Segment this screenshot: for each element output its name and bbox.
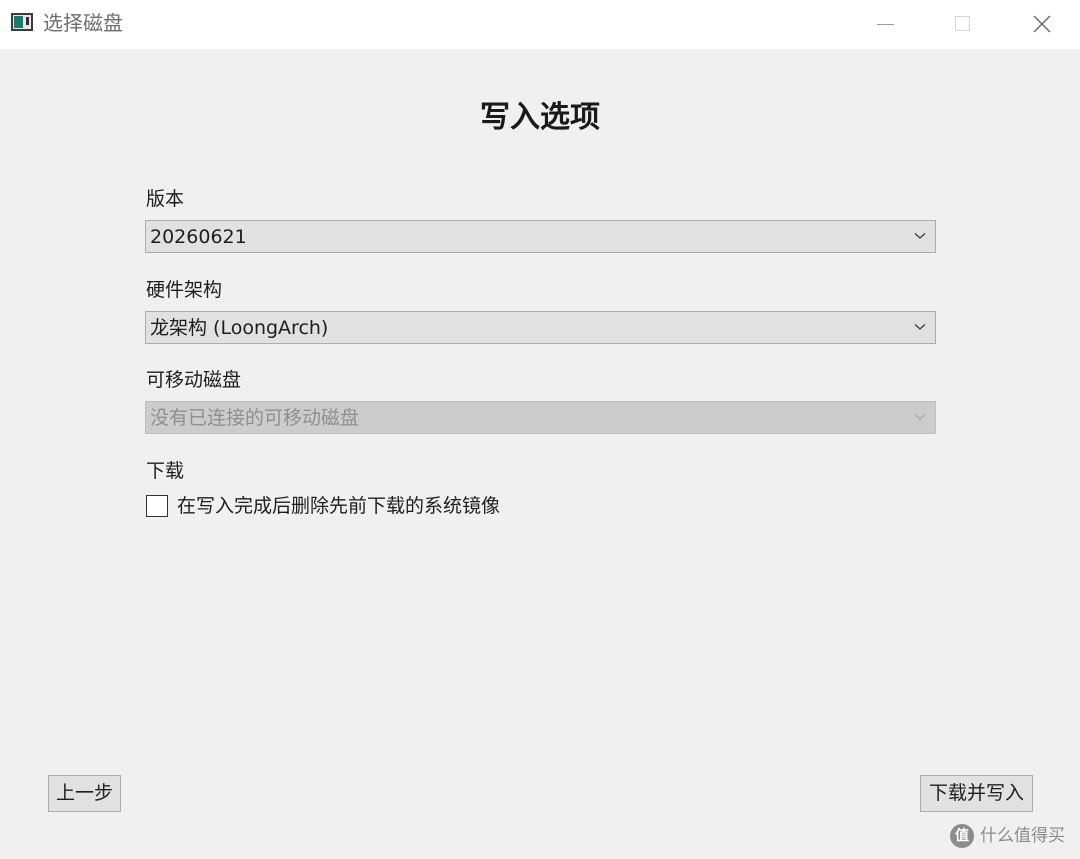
maximize-button[interactable]: [940, 0, 986, 49]
chevron-down-icon: [914, 414, 926, 420]
close-button[interactable]: [1019, 0, 1065, 49]
disk-value: 没有已连接的可移动磁盘: [150, 407, 360, 429]
version-value: 20260621: [150, 226, 247, 248]
back-button[interactable]: 上一步: [48, 775, 121, 812]
disk-label: 可移动磁盘: [146, 369, 242, 391]
arch-label: 硬件架构: [146, 279, 223, 301]
close-icon: [1033, 15, 1051, 33]
arch-value: 龙架构 (LoongArch): [150, 317, 329, 339]
watermark-text: 什么值得买: [980, 826, 1065, 846]
app-window-icon: [11, 13, 33, 31]
disk-select[interactable]: 没有已连接的可移动磁盘: [145, 401, 936, 434]
title-bar: 选择磁盘: [0, 0, 1080, 49]
download-and-write-button[interactable]: 下载并写入: [920, 775, 1033, 812]
page-heading: 写入选项: [480, 100, 600, 135]
delete-image-checkbox-label[interactable]: 在写入完成后删除先前下载的系统镜像: [177, 494, 500, 518]
minimize-button[interactable]: [862, 0, 908, 49]
delete-image-checkbox[interactable]: [146, 495, 168, 517]
watermark-logo-icon: 值: [950, 824, 974, 848]
window-title: 选择磁盘: [43, 11, 123, 35]
download-section-label: 下载: [146, 460, 185, 482]
arch-select[interactable]: 龙架构 (LoongArch): [145, 311, 936, 344]
version-label: 版本: [146, 188, 185, 210]
chevron-down-icon: [914, 324, 926, 330]
chevron-down-icon: [914, 233, 926, 239]
version-select[interactable]: 20260621: [145, 220, 936, 253]
